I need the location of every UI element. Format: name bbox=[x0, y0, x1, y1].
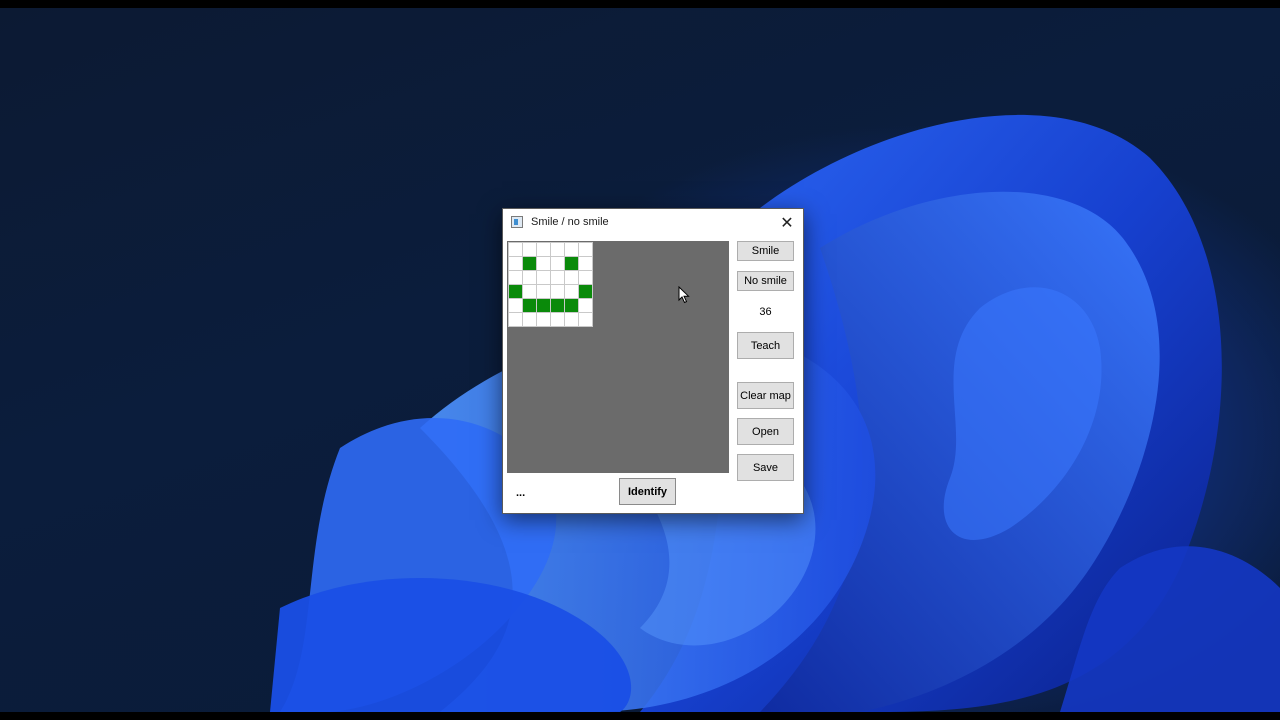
no-smile-button[interactable]: No smile bbox=[737, 271, 794, 291]
app-icon bbox=[511, 216, 523, 228]
clear-map-button[interactable]: Clear map bbox=[737, 382, 794, 409]
teach-button[interactable]: Teach bbox=[737, 332, 794, 359]
drawing-canvas[interactable] bbox=[507, 241, 729, 473]
grid-cell[interactable] bbox=[537, 285, 550, 298]
grid-cell[interactable] bbox=[565, 299, 578, 312]
grid-cell[interactable] bbox=[565, 257, 578, 270]
letterbox-top bbox=[0, 0, 1280, 8]
grid-cell[interactable] bbox=[565, 313, 578, 326]
grid-cell[interactable] bbox=[509, 313, 522, 326]
grid-cell[interactable] bbox=[537, 299, 550, 312]
open-button[interactable]: Open bbox=[737, 418, 794, 445]
grid-cell[interactable] bbox=[523, 257, 536, 270]
grid-cell[interactable] bbox=[551, 257, 564, 270]
grid-cell[interactable] bbox=[579, 243, 592, 256]
grid-cell[interactable] bbox=[537, 271, 550, 284]
identify-button[interactable]: Identify bbox=[619, 478, 676, 505]
grid-cell[interactable] bbox=[579, 257, 592, 270]
grid-cell[interactable] bbox=[579, 271, 592, 284]
grid-cell[interactable] bbox=[551, 285, 564, 298]
grid-cell[interactable] bbox=[523, 285, 536, 298]
grid-cell[interactable] bbox=[509, 299, 522, 312]
save-button[interactable]: Save bbox=[737, 454, 794, 481]
grid-cell[interactable] bbox=[509, 271, 522, 284]
smile-button[interactable]: Smile bbox=[737, 241, 794, 261]
grid-cell[interactable] bbox=[565, 285, 578, 298]
grid-cell[interactable] bbox=[537, 243, 550, 256]
grid-cell[interactable] bbox=[537, 257, 550, 270]
grid-cell[interactable] bbox=[551, 271, 564, 284]
grid-cell[interactable] bbox=[523, 299, 536, 312]
app-window: Smile / no smile ✕ Smile No smile 36 Tea… bbox=[502, 208, 804, 514]
grid-cell[interactable] bbox=[509, 285, 522, 298]
grid-cell[interactable] bbox=[523, 313, 536, 326]
grid-cell[interactable] bbox=[537, 313, 550, 326]
grid-cell[interactable] bbox=[509, 257, 522, 270]
mouse-cursor-icon bbox=[678, 285, 690, 309]
grid-cell[interactable] bbox=[579, 313, 592, 326]
grid-cell[interactable] bbox=[579, 285, 592, 298]
status-text: ... bbox=[516, 487, 526, 499]
close-icon[interactable]: ✕ bbox=[771, 209, 803, 237]
title-bar[interactable]: Smile / no smile ✕ bbox=[503, 209, 803, 237]
sample-count: 36 bbox=[759, 306, 772, 318]
grid-cell[interactable] bbox=[565, 271, 578, 284]
grid-cell[interactable] bbox=[523, 271, 536, 284]
grid-cell[interactable] bbox=[509, 243, 522, 256]
window-title: Smile / no smile bbox=[531, 216, 609, 228]
grid-cell[interactable] bbox=[551, 299, 564, 312]
pixel-grid[interactable] bbox=[508, 242, 593, 327]
grid-cell[interactable] bbox=[565, 243, 578, 256]
grid-cell[interactable] bbox=[551, 313, 564, 326]
grid-cell[interactable] bbox=[551, 243, 564, 256]
grid-cell[interactable] bbox=[523, 243, 536, 256]
grid-cell[interactable] bbox=[579, 299, 592, 312]
letterbox-bottom bbox=[0, 712, 1280, 720]
